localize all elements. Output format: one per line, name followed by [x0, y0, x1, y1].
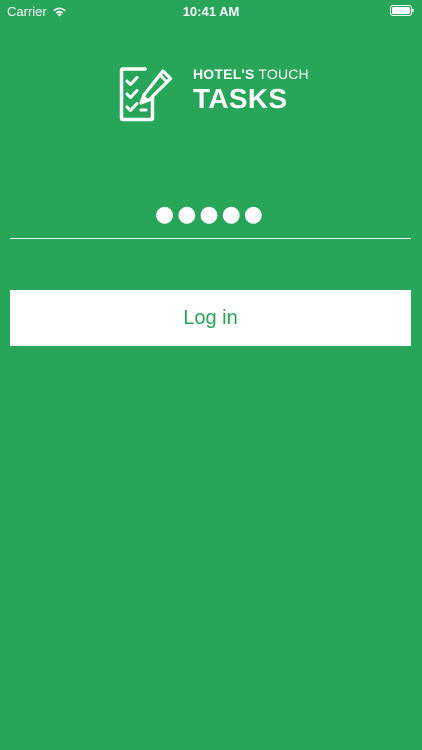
- battery-icon: [390, 5, 414, 16]
- clipboard-checklist-icon: [119, 67, 173, 122]
- brand-text: HOTEL'S TOUCH TASKS: [193, 67, 309, 113]
- app-logo: HOTEL'S TOUCH TASKS: [119, 66, 309, 122]
- status-time: 10:41 AM: [182, 4, 240, 19]
- password-underline: [10, 238, 411, 239]
- status-bar: Carrier 10:41 AM: [0, 0, 422, 22]
- password-field[interactable]: [10, 196, 411, 232]
- brand-subtitle: HOTEL'S TOUCH: [193, 67, 309, 81]
- login-button[interactable]: Log in: [10, 290, 411, 346]
- brand-light: TOUCH: [254, 66, 309, 82]
- brand-bold: HOTEL'S: [193, 66, 255, 82]
- app-title: TASKS: [193, 83, 288, 114]
